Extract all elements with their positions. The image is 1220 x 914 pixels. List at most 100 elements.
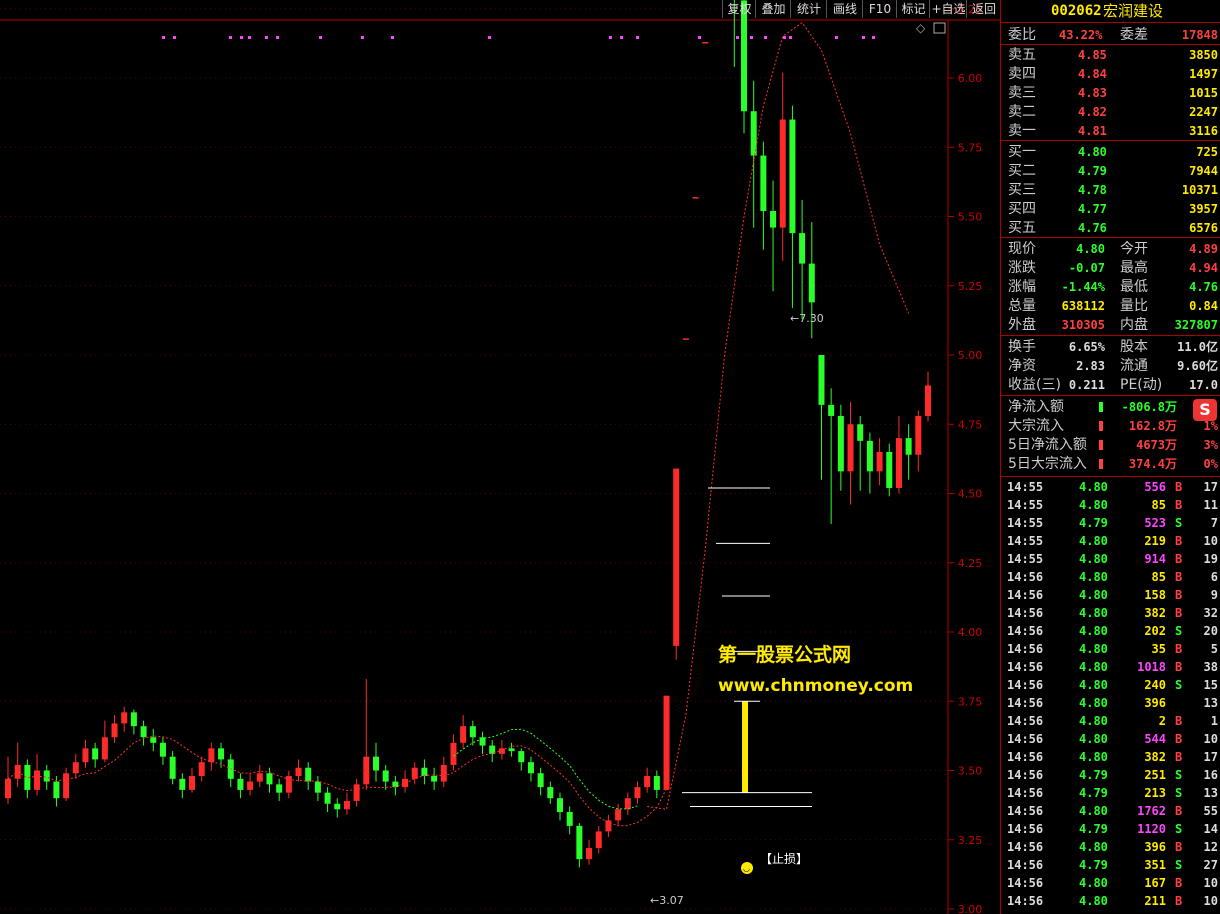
- candle-body: [615, 809, 622, 821]
- y-tick-label: 5.25: [958, 280, 983, 293]
- candle-body: [895, 438, 902, 488]
- candle-body: [857, 424, 864, 441]
- toolbar-button-7[interactable]: 返回: [966, 0, 1001, 18]
- panel-separator: [1001, 395, 1220, 396]
- candle-body: [140, 726, 147, 738]
- signal-dot: [361, 36, 364, 39]
- candle-body: [595, 831, 602, 849]
- candle-body: [305, 767, 312, 782]
- candle-body: [886, 451, 893, 488]
- candle-body: [508, 748, 515, 752]
- candle-body: [770, 210, 777, 228]
- candle-body: [43, 770, 50, 782]
- candle-body: [373, 756, 379, 771]
- candle-body: [198, 762, 205, 777]
- candle-body: [518, 751, 525, 763]
- signal-dot: [750, 36, 753, 39]
- candle-body: [82, 748, 89, 763]
- tick-row: 14:56 4.80 85 B 6: [1007, 570, 1218, 584]
- candlestick-chart[interactable]: 9.008.758.508.258.007.757.507.257.006.75…: [0, 0, 1000, 914]
- candle-body: [431, 776, 438, 782]
- signal-dot: [609, 36, 612, 39]
- buy-level-row: 买五 4.76 6576: [1008, 220, 1218, 236]
- smiley-face: ◡: [743, 864, 750, 873]
- y-tick-label: 3.00: [958, 903, 983, 914]
- panel-separator: [1001, 335, 1220, 336]
- candle-body: [130, 712, 137, 727]
- candle-body: [808, 263, 815, 303]
- quote-panel: 002062 宏润建设 委比 43.22% 委差 17848 卖五 4.85 3850 卖四 4.8…: [1000, 0, 1220, 914]
- tick-row: 14:55 4.80 914 B 19: [1007, 552, 1218, 566]
- signal-dot: [636, 36, 639, 39]
- toolbar-button-4[interactable]: F10: [862, 0, 897, 18]
- toolbar-button-6[interactable]: +自选: [929, 0, 967, 18]
- candle-body: [760, 155, 767, 211]
- y-tick-label: 4.75: [958, 418, 983, 431]
- quote-stat-row: 涨幅 -1.44% 最低 4.76: [1008, 279, 1218, 295]
- y-tick-label: 3.50: [958, 765, 983, 778]
- candle-body: [469, 726, 476, 738]
- candle-body: [818, 355, 825, 405]
- candle-body: [72, 762, 79, 774]
- tick-row: 14:56 4.80 396 B 12: [1007, 840, 1218, 854]
- signal-dot: [173, 36, 176, 39]
- candle-body: [557, 798, 563, 813]
- stock-header: 002062 宏润建设: [1051, 2, 1164, 20]
- candle-body: [692, 197, 699, 199]
- candle-body: [450, 742, 457, 765]
- fund-flow-row: 大宗流入 162.8万 1%: [1008, 418, 1218, 434]
- stop-label: 【止损】: [760, 852, 808, 866]
- candle-body: [644, 776, 651, 788]
- candle-body: [276, 784, 283, 793]
- chart-canvas: 9.008.758.508.258.007.757.507.257.006.75…: [0, 0, 1000, 914]
- candle-body: [799, 233, 806, 264]
- tick-row: 14:56 4.80 2 B 1: [1007, 714, 1218, 728]
- candle-body: [14, 764, 21, 779]
- candle-body: [624, 798, 631, 810]
- watermark-url: www.chnmoney.com: [718, 676, 914, 696]
- quote-stat-row: 外盘 310305 内盘 327807: [1008, 317, 1218, 333]
- candle-body: [440, 764, 447, 782]
- sina-logo-icon: S: [1193, 399, 1217, 421]
- toolbar-button-3[interactable]: 画线: [826, 0, 863, 18]
- candle-body: [334, 803, 341, 810]
- toolbar-button-1[interactable]: 叠加: [755, 0, 791, 18]
- sell-level-row: 卖一 4.81 3116: [1008, 123, 1218, 139]
- low-label: ←3.07: [650, 894, 684, 907]
- buy-level-row: 买四 4.77 3957: [1008, 201, 1218, 217]
- panel-separator: [1001, 476, 1220, 477]
- signal-bar: [742, 701, 748, 793]
- candle-body: [498, 748, 505, 754]
- panel-separator: [1001, 237, 1220, 238]
- fund-flow-row: 5日净流入额 4673万 3%: [1008, 437, 1218, 453]
- buy-level-row: 买一 4.80 725: [1008, 144, 1218, 160]
- tick-row: 14:55 4.79 523 S 7: [1007, 516, 1218, 530]
- toolbar-button-0[interactable]: 复权: [722, 0, 756, 18]
- tick-row: 14:55 4.80 556 B 17: [1007, 480, 1218, 494]
- y-tick-label: 4.25: [958, 557, 983, 570]
- tick-row: 14:56 4.79 1120 S 14: [1007, 822, 1218, 836]
- toolbar-button-5[interactable]: 标记: [896, 0, 930, 18]
- signal-dot: [276, 36, 279, 39]
- candle-body: [682, 338, 689, 340]
- candle-body: [382, 770, 389, 782]
- quote-stat2-row: 换手 6.65% 股本 11.0亿: [1008, 339, 1218, 355]
- candle-body: [586, 848, 593, 860]
- signal-dot: [789, 36, 792, 39]
- candle-body: [256, 773, 263, 782]
- toolbar-button-2[interactable]: 统计: [790, 0, 827, 18]
- signal-dot: [736, 36, 739, 39]
- sell-level-row: 卖三 4.83 1015: [1008, 85, 1218, 101]
- quote-stat2-row: 净资 2.83 流通 9.60亿: [1008, 358, 1218, 374]
- candle-body: [247, 781, 254, 790]
- signal-dot: [764, 36, 767, 39]
- tick-row: 14:56 4.79 351 S 27: [1007, 858, 1218, 872]
- y-tick-label: 3.25: [958, 834, 983, 847]
- signal-dot: [862, 36, 865, 39]
- signal-dot: [391, 36, 394, 39]
- panel-separator: [1001, 44, 1220, 45]
- fund-flow-row: 净流入额 -806.8万: [1008, 399, 1177, 415]
- candle-body: [634, 787, 641, 799]
- candle-body: [285, 776, 292, 793]
- candle-body: [537, 773, 544, 788]
